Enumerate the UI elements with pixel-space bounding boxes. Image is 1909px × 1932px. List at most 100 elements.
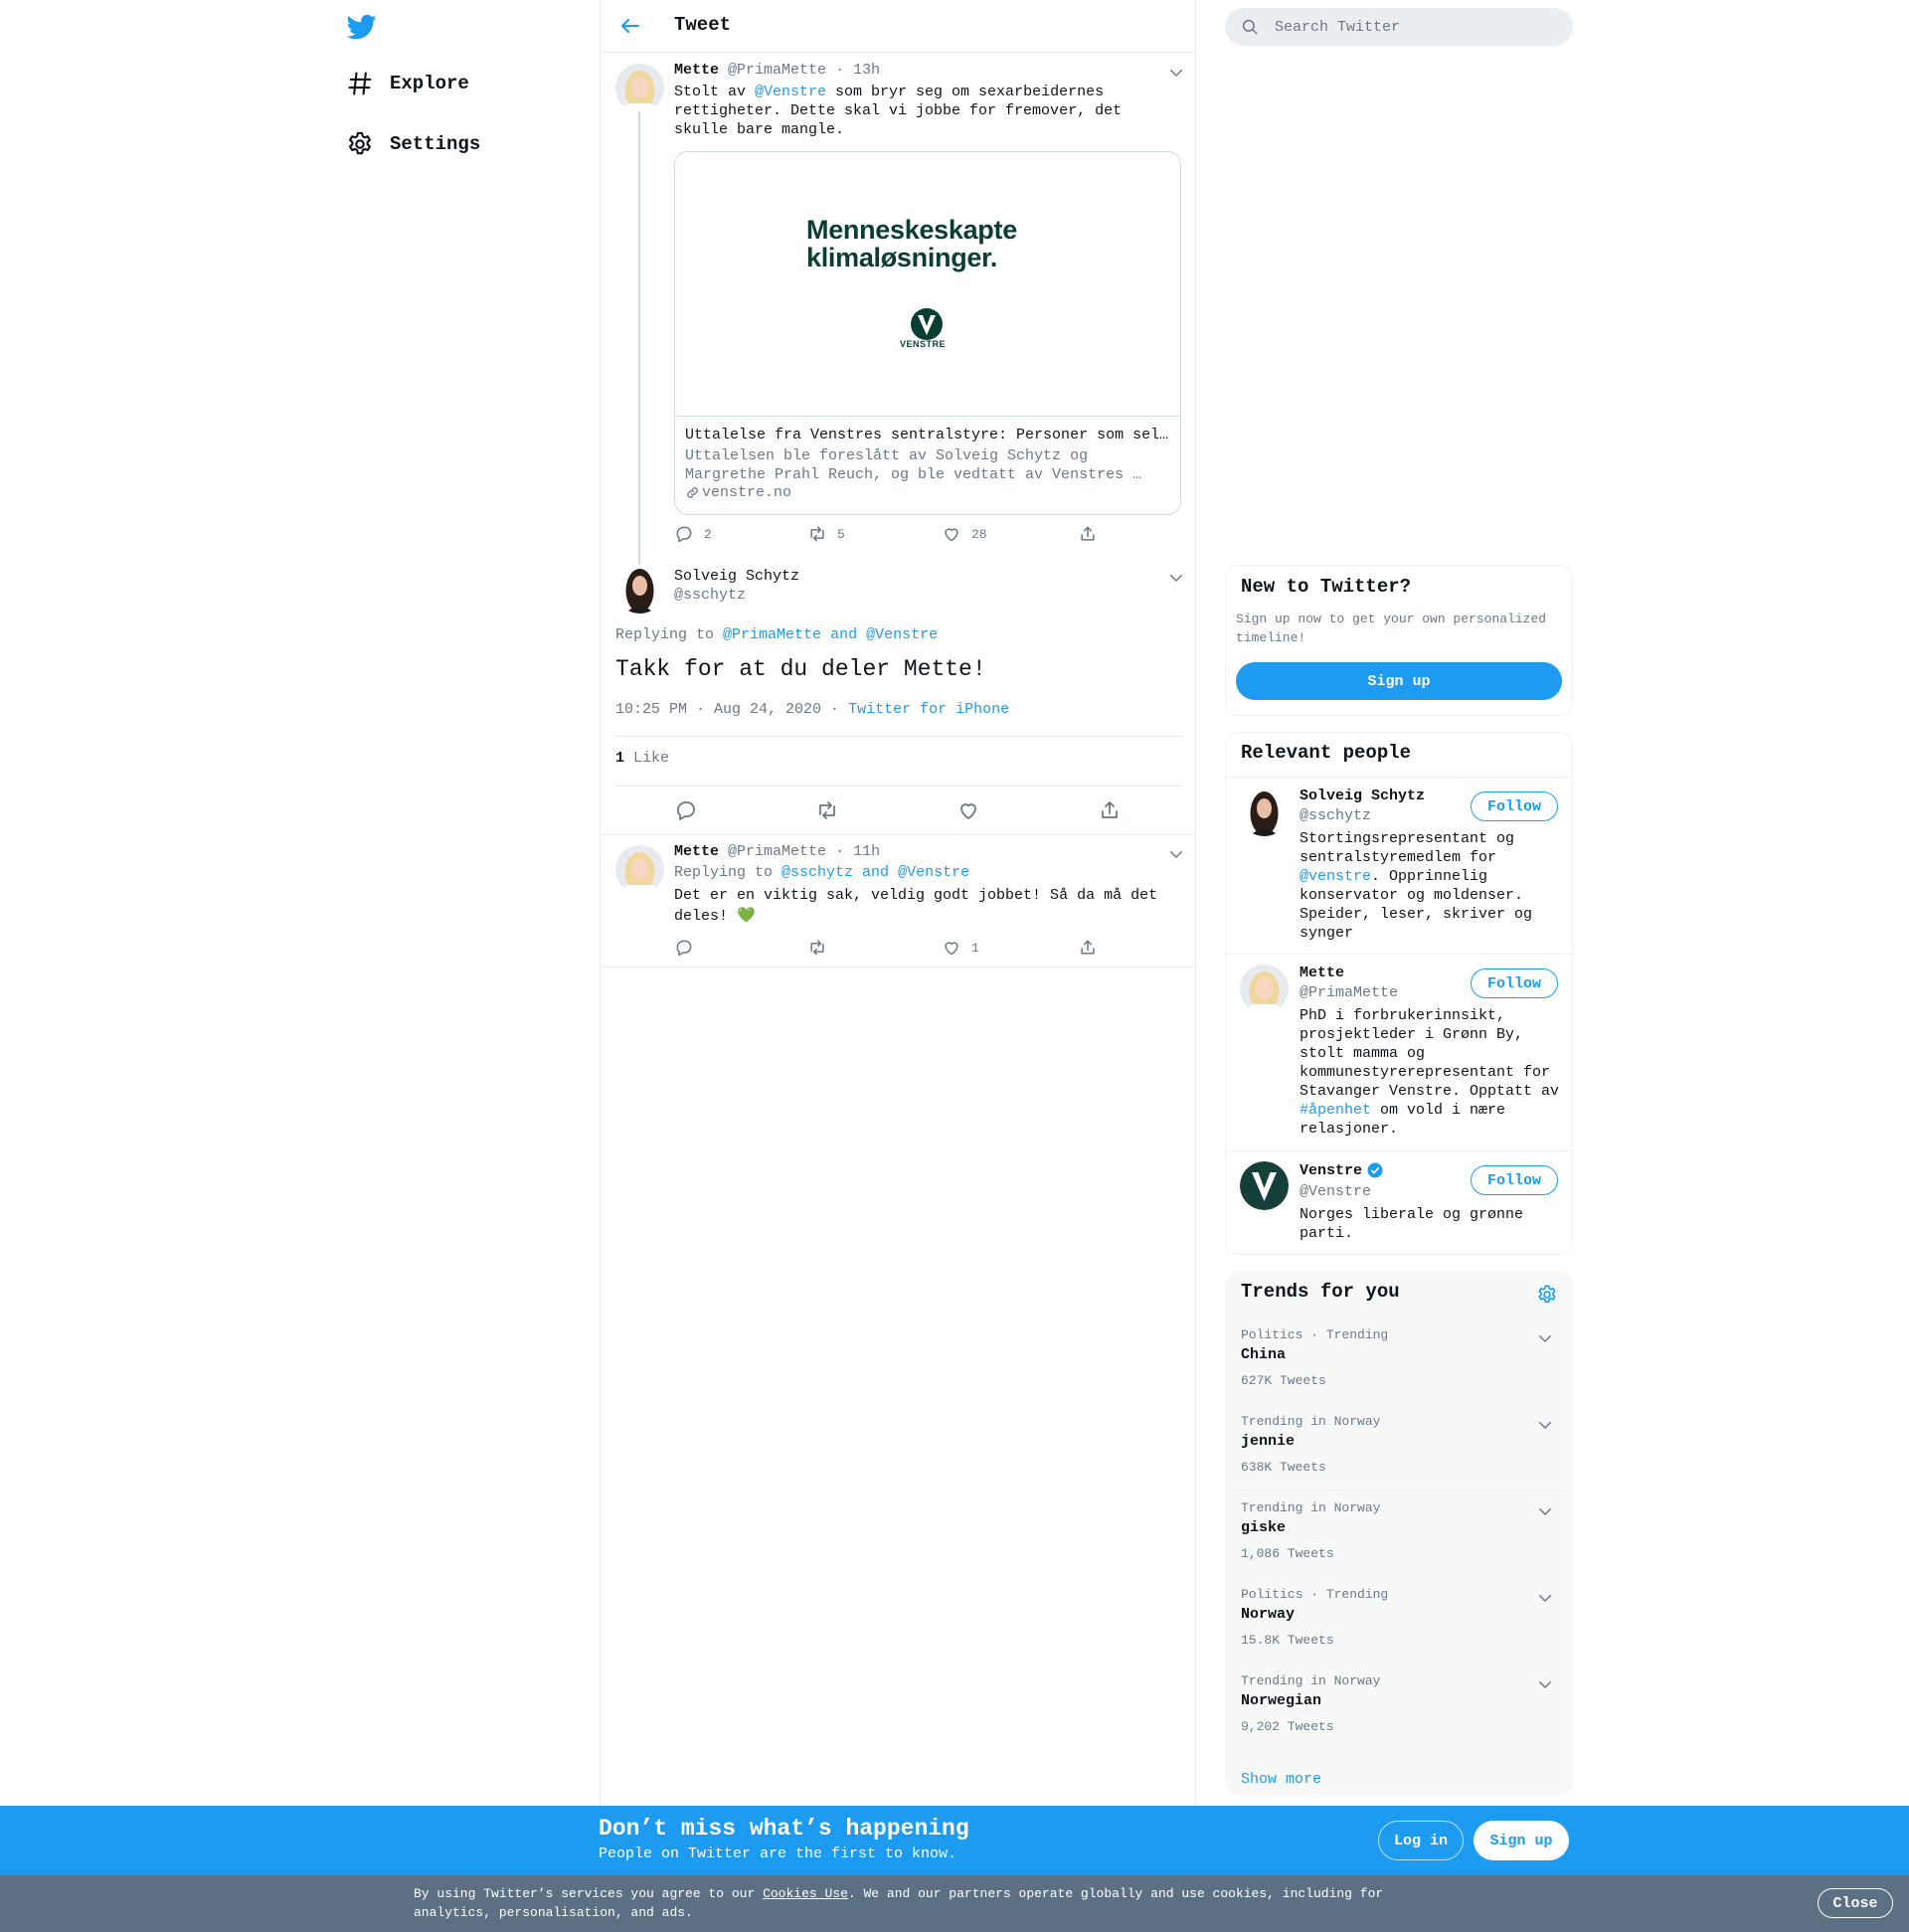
person-handle[interactable]: @sschytz [1300,807,1371,824]
mention-link[interactable]: @Venstre [755,84,826,100]
card-domain-text: venstre.no [702,484,792,501]
mention-link[interactable]: @PrimaMette [723,626,821,643]
sign-up-button[interactable]: Sign up [1236,662,1562,700]
author-handle[interactable]: @sschytz [674,587,746,604]
person-name[interactable]: Mette [1300,965,1344,981]
like-stat-label: Like [633,750,670,767]
chevron-down-icon[interactable] [1536,1675,1554,1693]
search-box[interactable] [1225,8,1573,46]
twitter-logo-icon[interactable] [346,12,378,42]
nav-settings[interactable]: Settings [346,130,480,158]
reply-button[interactable]: 2 [674,524,712,544]
chevron-down-icon[interactable] [1536,1329,1554,1347]
tweet-timestamp[interactable]: 10:25 PM · Aug 24, 2020 [615,701,821,718]
trend-context: Trending in Norway [1241,1500,1381,1515]
bio-link[interactable]: @venstre [1300,868,1371,885]
author-name[interactable]: Mette [674,843,719,860]
replying-to: Replying to @PrimaMette and @Venstre [615,626,938,643]
retweet-button[interactable]: 5 [807,524,845,544]
like-stat[interactable]: 1 Like [615,750,669,767]
like-button[interactable]: 1 [942,938,979,958]
avatar[interactable] [615,845,664,894]
chevron-down-icon[interactable] [1536,1502,1554,1520]
avatar[interactable] [615,565,664,614]
person-bio: Stortingsrepresentant og sentralstyremed… [1300,829,1560,943]
retweet-button[interactable] [807,938,837,958]
trend-name: giske [1241,1519,1287,1536]
person-card[interactable]: Solveig Schytz @sschytz Follow Stortings… [1226,777,1572,954]
share-button[interactable] [1078,938,1108,958]
follow-button[interactable]: Follow [1471,968,1558,998]
chevron-down-icon[interactable] [1167,845,1185,863]
nav-explore[interactable]: Explore [346,70,469,97]
person-handle[interactable]: @PrimaMette [1300,984,1398,1001]
reply-icon[interactable] [674,798,698,822]
chevron-down-icon[interactable] [1167,64,1185,82]
search-input[interactable] [1275,8,1553,46]
person-card[interactable]: Venstre @Venstre Follow Norges liberale … [1226,1150,1572,1254]
author-name[interactable]: Solveig Schytz [674,568,799,585]
reply-button[interactable] [674,938,704,958]
share-button[interactable] [1078,524,1108,544]
person-name[interactable]: Venstre [1300,1161,1384,1179]
back-arrow-icon[interactable] [618,14,642,38]
show-more-link[interactable]: Show more [1241,1771,1321,1788]
banner-subtitle: People on Twitter are the first to know. [599,1845,957,1862]
link-card[interactable]: Menneskeskapte klimaløsninger. VENSTRE U… [674,151,1181,515]
person-name[interactable]: Solveig Schytz [1300,788,1425,804]
replying-to: Replying to @sschytz and @Venstre [674,864,969,881]
follow-button[interactable]: Follow [1471,1165,1558,1195]
person-name-text: Venstre [1300,1161,1363,1179]
tweet-header: Mette @PrimaMette · 13h [674,62,880,79]
trend-context: Trending in Norway [1241,1414,1381,1429]
person-card[interactable]: Mette @PrimaMette Follow PhD i forbruker… [1226,954,1572,1150]
tweet-source[interactable]: Twitter for iPhone [848,701,1009,718]
author-handle[interactable]: @PrimaMette [728,62,826,79]
gear-icon [349,131,371,155]
mention-link[interactable]: @Venstre [898,864,969,881]
page-title: Tweet [674,14,732,36]
heart-icon[interactable] [956,798,980,822]
avatar[interactable] [1240,965,1289,1013]
chevron-down-icon[interactable] [1536,1589,1554,1607]
panel-title: Relevant people [1241,742,1412,764]
cookies-use-link[interactable]: Cookies Use [763,1886,848,1901]
search-icon [1242,19,1258,35]
person-handle[interactable]: @Venstre [1300,1183,1371,1200]
log-in-button[interactable]: Log in [1378,1821,1464,1860]
retweet-icon[interactable] [815,798,839,822]
tweet-time[interactable]: · 11h [835,843,880,860]
trend-item[interactable]: Politics · Trending China 627K Tweets [1226,1317,1572,1403]
sign-up-button[interactable]: Sign up [1474,1821,1569,1860]
trend-item[interactable]: Trending in Norway jennie 638K Tweets [1226,1403,1572,1490]
mention-link[interactable]: @Venstre [866,626,938,643]
tweet-time[interactable]: · 13h [835,62,880,79]
retweet-count: 5 [837,526,845,542]
replying-and: and [821,626,867,643]
new-to-twitter-panel: New to Twitter? Sign up now to get your … [1225,565,1573,716]
chevron-down-icon[interactable] [1167,569,1185,587]
author-handle[interactable]: @PrimaMette [728,843,826,860]
like-button[interactable]: 28 [942,524,987,544]
avatar[interactable] [1240,1161,1289,1210]
trend-item[interactable]: Politics · Trending Norway 15.8K Tweets [1226,1576,1572,1663]
trend-name: Norwegian [1241,1692,1322,1709]
avatar[interactable] [1240,788,1289,836]
panel-title: New to Twitter? [1241,576,1412,598]
trend-item[interactable]: Trending in Norway giske 1,086 Tweets [1226,1490,1572,1576]
trend-item[interactable]: Trending in Norway Norwegian 9,202 Tweet… [1226,1663,1572,1749]
trend-name: jennie [1241,1433,1296,1450]
share-icon[interactable] [1098,798,1122,822]
gear-icon[interactable] [1536,1284,1558,1306]
avatar[interactable] [615,64,664,112]
card-image-line: klimaløsninger. [806,243,998,272]
mention-link[interactable]: @sschytz [781,864,853,881]
author-name[interactable]: Mette [674,62,719,79]
close-button[interactable]: Close [1818,1888,1893,1918]
chevron-down-icon[interactable] [1536,1416,1554,1434]
bio-text: PhD i forbrukerinnsikt, prosjektleder i … [1300,1007,1560,1100]
trends-panel: Trends for you Politics · Trending China… [1225,1271,1573,1796]
cookie-text: By using Twitter’s services you agree to… [414,1884,1418,1922]
follow-button[interactable]: Follow [1471,791,1558,821]
bio-link[interactable]: #åpenhet [1300,1102,1371,1119]
